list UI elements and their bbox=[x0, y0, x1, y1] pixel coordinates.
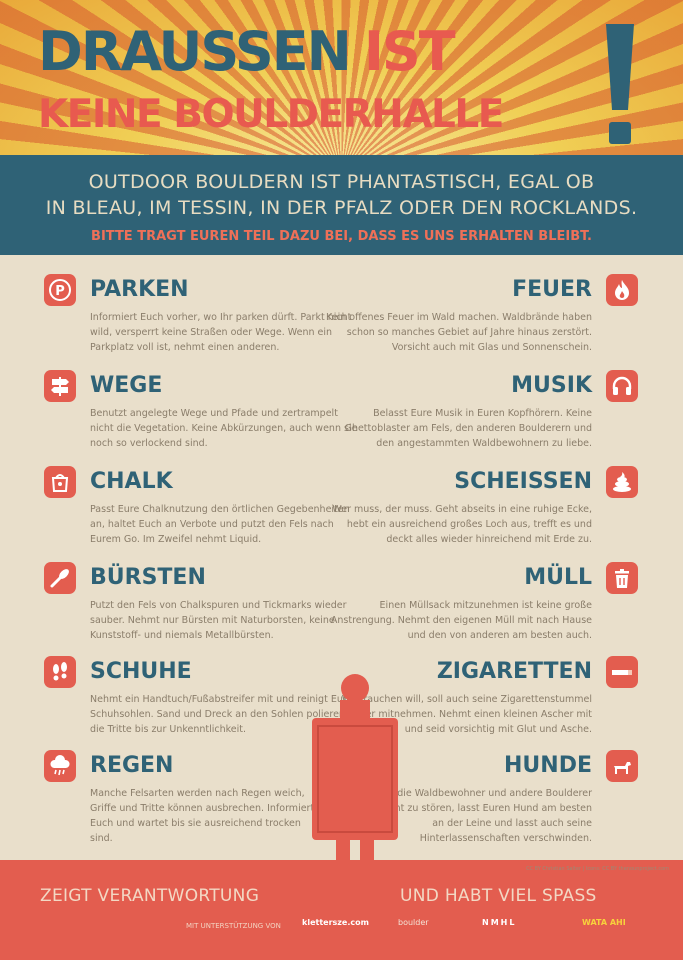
rule-text: Belasst Eure Musik in Euren Kopfhörern. … bbox=[344, 408, 592, 449]
headphones-icon bbox=[606, 370, 638, 402]
banner-appeal: BITTE TRAGT EUREN TEIL DAZU BEI, DASS ES… bbox=[91, 229, 592, 244]
poop-icon bbox=[606, 466, 638, 498]
footer-slogan-left: ZEIGT VERANTWORTUNG bbox=[40, 886, 260, 906]
rule-title: SCHEISSEN bbox=[454, 469, 592, 494]
rule-text: Kein offenes Feuer im Wald machen. Waldb… bbox=[325, 312, 592, 353]
rule-text: Einen Müllsack mitzunehmen ist keine gro… bbox=[330, 600, 592, 641]
svg-text:P: P bbox=[55, 284, 65, 299]
rule-title: REGEN bbox=[90, 753, 174, 778]
headline-draussen: DRAUSSEN bbox=[38, 20, 352, 83]
rule-title: PARKEN bbox=[90, 277, 189, 302]
rule-text: Wer muss, der muss. Geht abseits in eine… bbox=[332, 504, 592, 545]
rule-title: CHALK bbox=[90, 469, 173, 494]
chalk-bag-icon bbox=[44, 466, 76, 498]
credit-text: CC BY Christian Salter | Icons: CC BY th… bbox=[526, 866, 669, 872]
fire-icon bbox=[606, 274, 638, 306]
rule-title: WEGE bbox=[90, 373, 163, 398]
banner-line2: IN BLEAU, IM TESSIN, IN DER PFALZ ODER D… bbox=[45, 197, 638, 219]
rule-title: BÜRSTEN bbox=[90, 565, 206, 590]
rule-text: Putzt den Fels von Chalkspuren und Tickm… bbox=[90, 600, 347, 641]
brush-icon bbox=[44, 562, 76, 594]
sponsor-label: MIT UNTERSTÜTZUNG VON bbox=[186, 922, 281, 930]
rule-text: Informiert Euch vorher, wo Ihr parken dü… bbox=[90, 312, 352, 353]
footer-ground bbox=[0, 860, 683, 960]
headline-line1: DRAUSSEN IST bbox=[38, 20, 456, 83]
signpost-icon bbox=[44, 370, 76, 402]
rain-cloud-icon bbox=[44, 750, 76, 782]
headline-line2: KEINE BOULDERHALLE bbox=[38, 92, 504, 137]
rule-title: HUNDE bbox=[504, 753, 592, 778]
rule-text: Benutzt angelegte Wege und Pfade und zer… bbox=[90, 408, 358, 449]
rule-text: Manche Felsarten werden nach Regen weich… bbox=[90, 788, 315, 844]
rule-text: Passt Eure Chalknutzung den örtlichen Ge… bbox=[90, 504, 350, 545]
trash-bin-icon bbox=[606, 562, 638, 594]
footer-slogan-right: UND HABT VIEL SPASS bbox=[400, 886, 597, 906]
cigarette-icon bbox=[606, 656, 638, 688]
rule-title: MUSIK bbox=[511, 373, 592, 398]
headline-ist: IST bbox=[363, 20, 456, 83]
rule-title: SCHUHE bbox=[90, 659, 192, 684]
intro-banner: OUTDOOR BOULDERN IST PHANTASTISCH, EGAL … bbox=[0, 155, 683, 255]
exclamation-mark-icon bbox=[606, 24, 634, 144]
sponsor-logo: klettersze.com bbox=[302, 918, 369, 927]
rule-title: MÜLL bbox=[524, 565, 592, 590]
footprints-icon bbox=[44, 656, 76, 688]
parking-icon: P bbox=[44, 274, 76, 306]
rule-title: ZIGARETTEN bbox=[436, 659, 592, 684]
sponsor-logo: boulder bbox=[398, 918, 429, 927]
sponsor-logo: NMHL bbox=[482, 918, 517, 927]
banner-line1: OUTDOOR BOULDERN IST PHANTASTISCH, EGAL … bbox=[88, 171, 595, 193]
rule-title: FEUER bbox=[512, 277, 592, 302]
sponsor-logo: WATA AHI bbox=[582, 918, 626, 927]
poster: DRAUSSEN IST KEINE BOULDERHALLE OUTDOOR B… bbox=[0, 0, 683, 960]
dog-icon bbox=[606, 750, 638, 782]
